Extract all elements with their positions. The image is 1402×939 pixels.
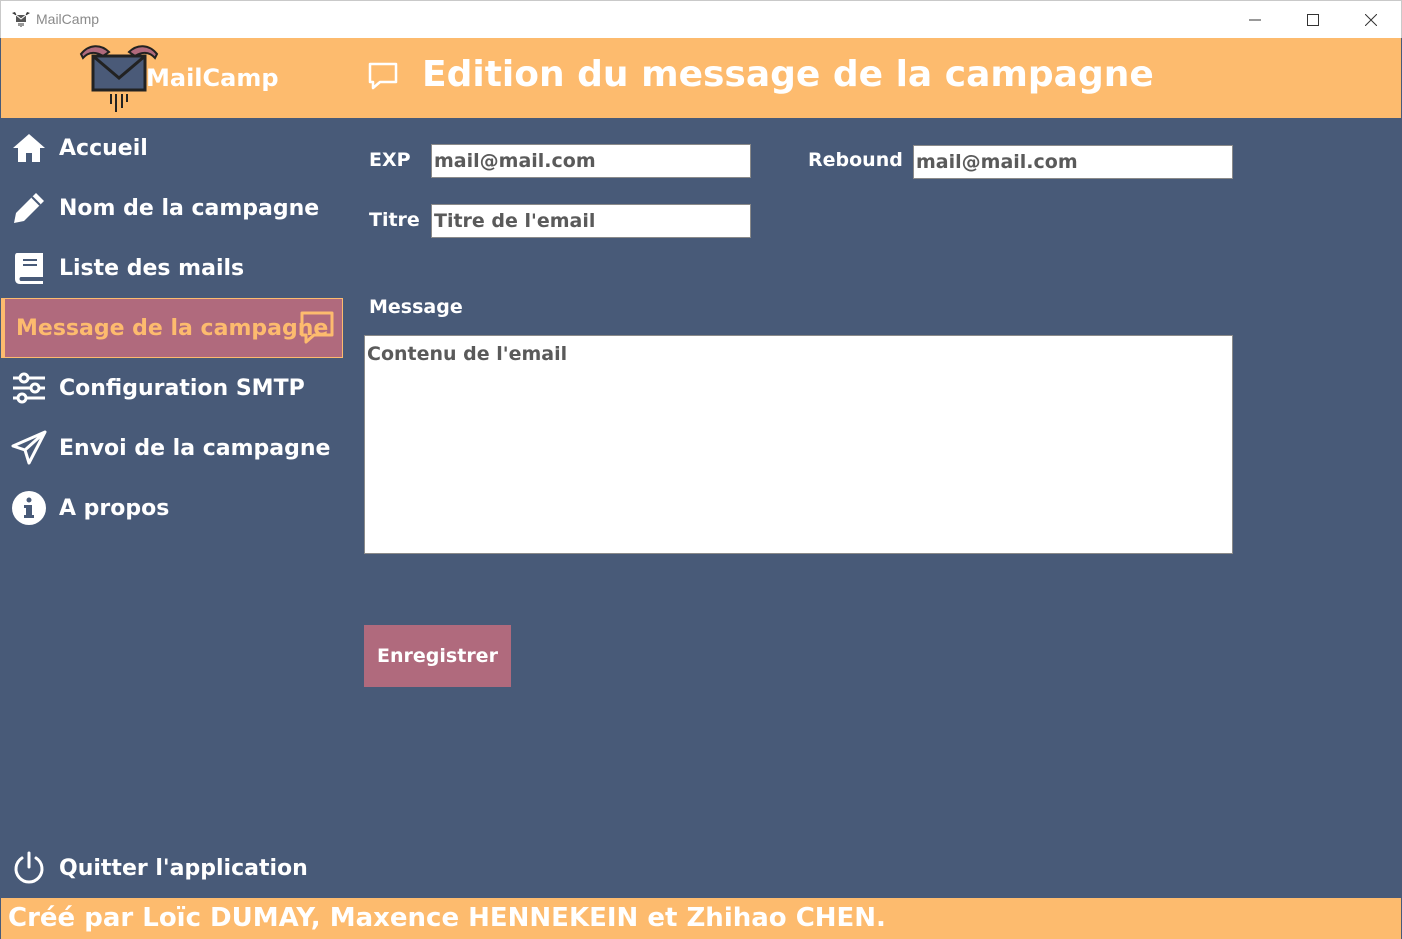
minimize-button[interactable] bbox=[1226, 1, 1284, 39]
chat-bubble-icon bbox=[368, 62, 398, 90]
home-icon bbox=[10, 129, 48, 167]
sidebar-item-label: Configuration SMTP bbox=[59, 375, 305, 401]
message-label: Message bbox=[369, 296, 463, 318]
brand-name: MailCamp bbox=[146, 64, 279, 92]
pencil-icon bbox=[10, 189, 48, 227]
sidebar-item-configuration-smtp[interactable]: Configuration SMTP bbox=[1, 358, 343, 418]
minimize-icon bbox=[1249, 19, 1261, 21]
sidebar-item-label: Message de la campagne bbox=[16, 315, 329, 341]
quit-button[interactable]: Quitter l'application bbox=[1, 838, 343, 898]
sidebar-item-envoi-campagne[interactable]: Envoi de la campagne bbox=[1, 418, 343, 478]
sidebar-item-a-propos[interactable]: A propos bbox=[1, 478, 343, 538]
sidebar: Accueil Nom de la campagne Liste des mai… bbox=[1, 118, 345, 898]
rebound-field[interactable] bbox=[913, 145, 1233, 179]
sidebar-item-label: Nom de la campagne bbox=[59, 195, 320, 221]
power-icon bbox=[10, 849, 48, 887]
exp-label: EXP bbox=[369, 149, 411, 171]
close-icon bbox=[1365, 14, 1377, 26]
sliders-icon bbox=[10, 369, 48, 407]
window-title: MailCamp bbox=[36, 11, 100, 27]
sidebar-item-nom-campagne[interactable]: Nom de la campagne bbox=[1, 178, 343, 238]
paper-plane-icon bbox=[10, 429, 48, 467]
titre-field[interactable] bbox=[431, 204, 751, 238]
chat-bubble-icon bbox=[298, 309, 336, 347]
app-header: MailCamp Edition du message de la campag… bbox=[1, 38, 1401, 118]
close-button[interactable] bbox=[1342, 1, 1400, 39]
book-icon bbox=[10, 249, 48, 287]
sidebar-item-label: A propos bbox=[59, 495, 170, 521]
sidebar-item-label: Accueil bbox=[59, 135, 148, 161]
quit-label: Quitter l'application bbox=[59, 855, 308, 881]
rebound-label: Rebound bbox=[808, 149, 903, 171]
credits-text: Créé par Loïc DUMAY, Maxence HENNEKEIN e… bbox=[8, 903, 886, 933]
sidebar-item-liste-mails[interactable]: Liste des mails bbox=[1, 238, 343, 298]
app-footer: Créé par Loïc DUMAY, Maxence HENNEKEIN e… bbox=[1, 898, 1401, 939]
info-icon bbox=[10, 489, 48, 527]
mailcamp-app-icon bbox=[12, 12, 30, 27]
sidebar-item-label: Envoi de la campagne bbox=[59, 435, 331, 461]
sidebar-item-message-campagne[interactable]: Message de la campagne bbox=[1, 298, 343, 358]
exp-field[interactable] bbox=[431, 144, 751, 178]
titre-label: Titre bbox=[369, 209, 420, 231]
sidebar-item-label: Liste des mails bbox=[59, 255, 245, 281]
maximize-icon bbox=[1307, 14, 1319, 26]
maximize-button[interactable] bbox=[1284, 1, 1342, 39]
message-textarea[interactable]: Contenu de l'email bbox=[364, 335, 1233, 554]
page-title: Edition du message de la campagne bbox=[422, 54, 1154, 95]
window-titlebar: MailCamp bbox=[0, 0, 1402, 38]
save-button[interactable]: Enregistrer bbox=[364, 625, 511, 687]
sidebar-item-accueil[interactable]: Accueil bbox=[1, 118, 343, 178]
